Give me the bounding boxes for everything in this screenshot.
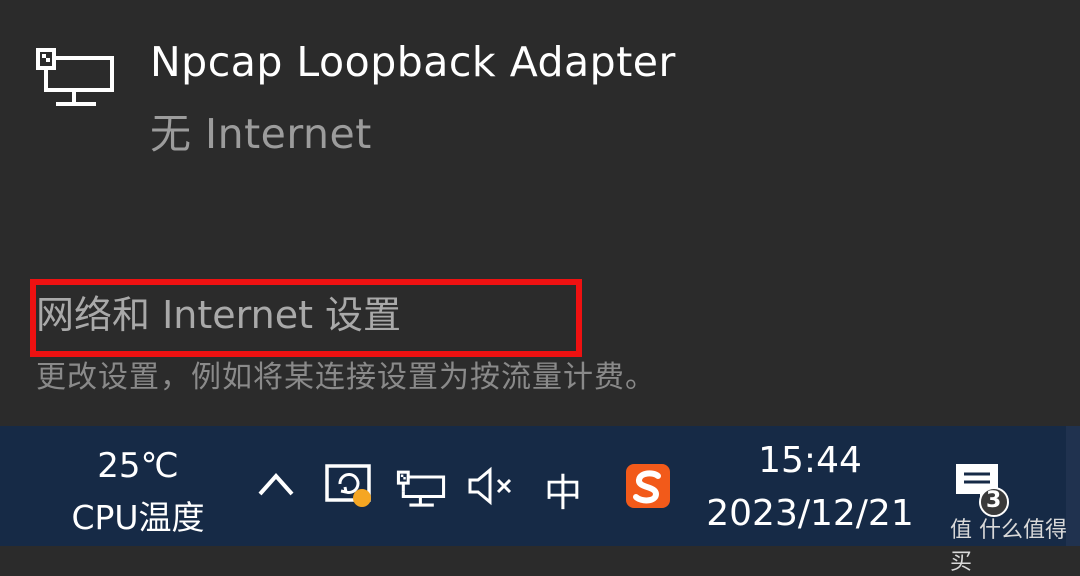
network-icon[interactable]: [396, 466, 446, 510]
windows-security-icon[interactable]: [324, 460, 376, 512]
taskbar: 25℃ CPU温度 中 15:44 2023/12/21 3 值 什么值得买: [0, 426, 1080, 575]
cpu-temp-widget[interactable]: 25℃ CPU温度: [58, 440, 218, 544]
chevron-up-icon[interactable]: [256, 470, 296, 498]
adapter-status: 无 Internet: [150, 110, 372, 158]
show-desktop-button[interactable]: [1066, 426, 1080, 546]
network-item[interactable]: Npcap Loopback Adapter 无 Internet: [0, 0, 1080, 170]
clock-date: 2023/12/21: [706, 493, 914, 534]
notification-count-badge: 3: [986, 488, 1002, 513]
sogou-input-icon[interactable]: [624, 462, 672, 510]
cpu-temp-label: CPU温度: [71, 498, 205, 537]
watermark: 值 什么值得买: [950, 518, 1067, 575]
network-settings-link[interactable]: 网络和 Internet 设置: [36, 284, 401, 339]
clock-time: 15:44: [758, 440, 862, 481]
cpu-temp-value: 25℃: [97, 446, 179, 486]
ime-mode-indicator[interactable]: 中: [544, 462, 582, 517]
ethernet-monitor-icon: [36, 48, 114, 106]
system-clock[interactable]: 15:44 2023/12/21: [700, 436, 920, 542]
adapter-name: Npcap Loopback Adapter: [150, 38, 676, 86]
settings-description: 更改设置，例如将某连接设置为按流量计费。: [36, 360, 656, 395]
volume-muted-icon[interactable]: [466, 466, 514, 506]
network-flyout: Npcap Loopback Adapter 无 Internet 网络和 In…: [0, 0, 1080, 426]
